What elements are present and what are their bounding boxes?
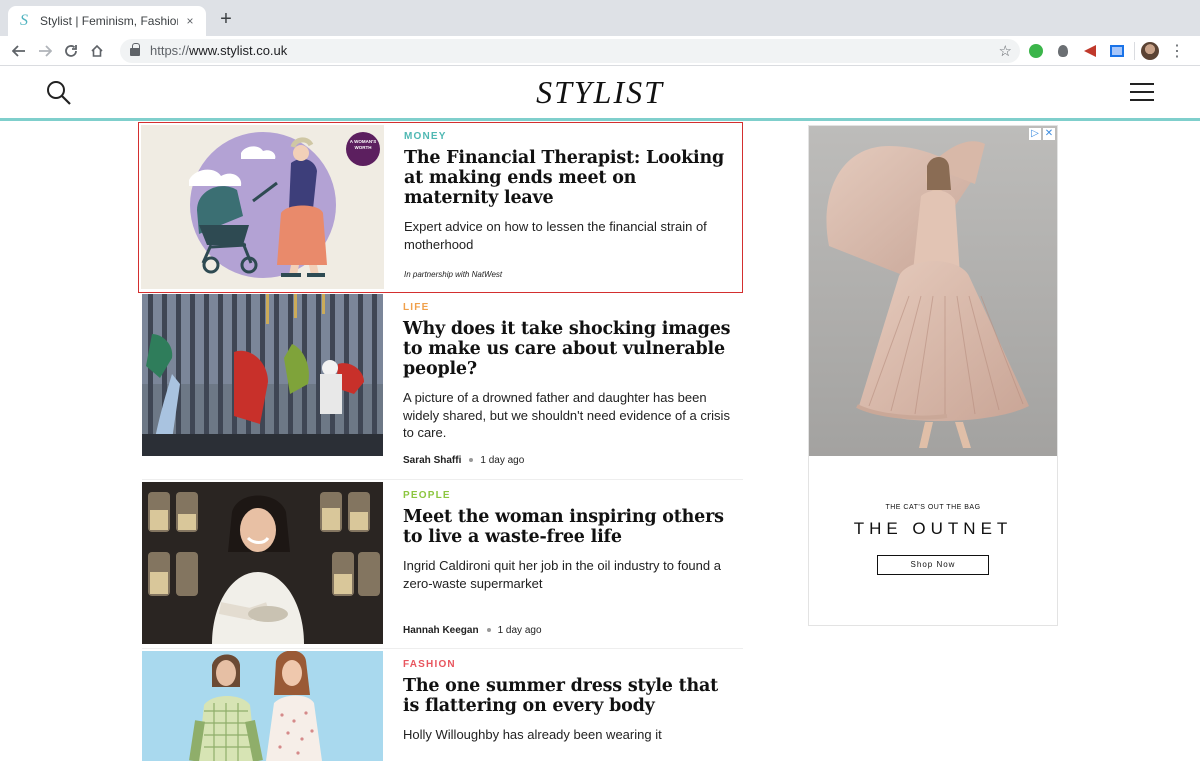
- article-card[interactable]: FASHION The one summer dress style that …: [138, 651, 743, 761]
- article-image[interactable]: A WOMAN'S WORTH: [141, 125, 384, 289]
- extension-window[interactable]: [1106, 40, 1128, 62]
- extension-megaphone[interactable]: [1079, 40, 1101, 62]
- article-standfirst: A picture of a drowned father and daught…: [403, 390, 730, 440]
- back-button[interactable]: [6, 38, 32, 64]
- article-category[interactable]: MONEY: [404, 131, 734, 142]
- browser-tab[interactable]: S Stylist | Feminism, Fashion, Be ×: [8, 6, 206, 36]
- article-body: MONEY The Financial Therapist: Looking a…: [404, 131, 734, 253]
- article-standfirst: Ingrid Caldironi quit her job in the oil…: [403, 558, 721, 591]
- tab-title: Stylist | Feminism, Fashion, Be: [40, 14, 178, 28]
- ad-choices-icon[interactable]: ▷: [1029, 128, 1041, 140]
- article-card[interactable]: A WOMAN'S WORTH MONEY The Financial Ther…: [138, 122, 743, 293]
- advertisement[interactable]: ▷ ✕ THE CAT'S OUT THE BAG THE OUTNET Sho…: [808, 125, 1058, 626]
- new-tab-button[interactable]: +: [216, 9, 236, 29]
- article-body: LIFE Why does it take shocking images to…: [403, 302, 733, 442]
- article-category[interactable]: FASHION: [403, 659, 733, 670]
- article-image[interactable]: [142, 294, 383, 456]
- home-button[interactable]: [84, 38, 110, 64]
- site-logo[interactable]: STYLIST: [0, 74, 1200, 111]
- menu-bar: [1130, 83, 1154, 85]
- ad-brand[interactable]: THE OUTNET: [809, 519, 1057, 539]
- ad-close-icon[interactable]: ✕: [1043, 128, 1055, 140]
- menu-bar: [1130, 91, 1154, 93]
- article-headline[interactable]: Why does it take shocking images to make…: [403, 319, 733, 379]
- browser-toolbar: https://www.stylist.co.uk ☆ ⋮: [0, 36, 1200, 66]
- lock-icon[interactable]: [130, 42, 140, 56]
- article-headline[interactable]: The Financial Therapist: Looking at maki…: [404, 148, 734, 208]
- extension-bulb[interactable]: [1052, 40, 1074, 62]
- article-headline[interactable]: The one summer dress style that is flatt…: [403, 676, 733, 716]
- fashion-photo: [142, 651, 383, 761]
- article-author[interactable]: Sarah Shaffi: [403, 455, 461, 466]
- article-standfirst: Holly Willoughby has already been wearin…: [403, 727, 662, 742]
- hamburger-menu-icon[interactable]: [1130, 83, 1154, 101]
- article-date: 1 day ago: [497, 625, 542, 636]
- home-icon: [91, 44, 103, 57]
- article-body: PEOPLE Meet the woman inspiring others t…: [403, 490, 733, 592]
- bookmark-star-icon[interactable]: ☆: [999, 42, 1012, 60]
- profile-avatar[interactable]: [1141, 41, 1159, 60]
- url-scheme: https://: [150, 43, 190, 58]
- article-image[interactable]: [142, 482, 383, 644]
- article-divider: [142, 479, 743, 480]
- border-fence-photo: [142, 294, 383, 456]
- ad-image[interactable]: ▷ ✕: [809, 126, 1057, 456]
- article-image[interactable]: [142, 651, 383, 761]
- article-date: 1 day ago: [480, 455, 525, 466]
- article-byline: Hannah Keegan 1 day ago: [403, 625, 542, 636]
- byline-dot: [469, 458, 474, 462]
- article-standfirst: Expert advice on how to lessen the finan…: [404, 219, 707, 252]
- extension-green[interactable]: [1025, 40, 1047, 62]
- ad-tagline: THE CAT'S OUT THE BAG: [885, 504, 981, 511]
- article-list: A WOMAN'S WORTH MONEY The Financial Ther…: [138, 122, 743, 761]
- address-bar[interactable]: https://www.stylist.co.uk ☆: [120, 38, 1020, 63]
- lightbulb-icon: [1058, 44, 1068, 57]
- byline-dot: [486, 628, 491, 632]
- green-extension-icon: [1029, 43, 1043, 58]
- article-category[interactable]: PEOPLE: [403, 490, 733, 501]
- menu-bar: [1130, 99, 1154, 101]
- forward-button[interactable]: [32, 38, 58, 64]
- shop-photo: [142, 482, 383, 644]
- site-header: STYLIST: [0, 66, 1200, 121]
- article-body: FASHION The one summer dress style that …: [403, 659, 733, 744]
- article-category[interactable]: LIFE: [403, 302, 733, 313]
- article-byline: Sarah Shaffi 1 day ago: [403, 455, 524, 466]
- article-divider: [142, 648, 743, 649]
- browser-tab-bar: S Stylist | Feminism, Fashion, Be × +: [0, 0, 1200, 36]
- stylist-favicon-icon: S: [20, 12, 28, 29]
- article-author[interactable]: Hannah Keegan: [403, 625, 479, 636]
- reload-button[interactable]: [58, 38, 84, 64]
- ad-choices[interactable]: ▷ ✕: [1029, 128, 1055, 140]
- reload-icon: [65, 44, 77, 57]
- shop-now-button[interactable]: Shop Now: [877, 555, 989, 575]
- toolbar-separator: [1134, 41, 1135, 60]
- article-card[interactable]: LIFE Why does it take shocking images to…: [138, 294, 743, 482]
- partner-credit: In partnership with NatWest: [404, 270, 503, 279]
- womans-worth-badge: A WOMAN'S WORTH: [349, 139, 377, 150]
- arrow-right-icon: [39, 44, 52, 57]
- browser-menu-icon[interactable]: ⋮: [1167, 41, 1187, 61]
- close-tab-icon[interactable]: ×: [182, 13, 198, 29]
- pleated-dress-model-photo: [809, 126, 1057, 456]
- article-headline[interactable]: Meet the woman inspiring others to live …: [403, 507, 733, 547]
- url-host: www.stylist.co.uk: [189, 43, 288, 58]
- megaphone-icon: [1084, 44, 1096, 57]
- article-card[interactable]: PEOPLE Meet the woman inspiring others t…: [138, 482, 743, 651]
- window-icon: [1110, 44, 1124, 57]
- arrow-left-icon: [12, 44, 25, 57]
- url-text: https://www.stylist.co.uk: [150, 43, 287, 58]
